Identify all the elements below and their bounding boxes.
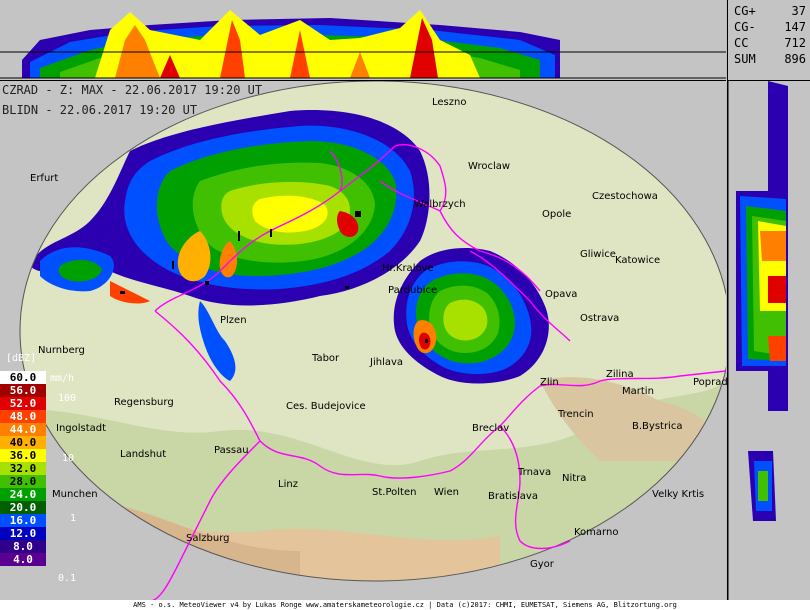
footer-credits: AMS - o.s. MeteoViewer v4 by Lukas Ronge… bbox=[0, 600, 810, 610]
city-label: Tabor bbox=[312, 353, 340, 364]
city-label: Salzburg bbox=[186, 533, 230, 544]
city-label: Gliwice bbox=[580, 249, 616, 260]
legend-row: 40.0 bbox=[0, 436, 46, 449]
city-label: Ostrava bbox=[580, 313, 620, 324]
city-label: Komarno bbox=[574, 527, 619, 538]
legend-row: 52.0 bbox=[0, 397, 46, 410]
radar-map-svg bbox=[19, 80, 731, 602]
legend-row: 36.0 bbox=[0, 449, 46, 462]
city-label: Erfurt bbox=[30, 173, 59, 184]
city-label: Opava bbox=[545, 289, 578, 300]
city-label: Wroclaw bbox=[468, 161, 511, 172]
city-label: Passau bbox=[214, 445, 249, 456]
city-label: Poprad bbox=[693, 377, 728, 388]
count-label: CC bbox=[734, 36, 749, 50]
legend-row: 60.0 bbox=[0, 371, 46, 384]
legend-row: 24.0 bbox=[0, 488, 46, 501]
legend-row: 12.0 bbox=[0, 527, 46, 540]
count-row-cg-plus: CG+ 37 bbox=[734, 4, 806, 20]
city-label: Katowice bbox=[615, 255, 661, 266]
count-value: 37 bbox=[791, 4, 806, 18]
top-cross-section-panel bbox=[0, 0, 726, 80]
city-label: Gyor bbox=[530, 559, 554, 570]
city-label: Jihlava bbox=[370, 357, 404, 368]
legend-scale: 60.0 56.0 52.0 48.0 44.0 40.0 36.0 32.0 28.0 24.0… bbox=[0, 371, 46, 566]
city-label: Landshut bbox=[120, 449, 167, 460]
city-label: Linz bbox=[278, 479, 298, 490]
city-label: Nitra bbox=[562, 473, 587, 484]
lightning-product-title: BLIDN - 22.06.2017 19:20 UT bbox=[2, 103, 198, 117]
legend-row: 20.0 bbox=[0, 501, 46, 514]
city-label: Trnava bbox=[518, 467, 552, 478]
city-label: Pardubice bbox=[388, 285, 438, 296]
legend-title: [dBZ] bbox=[6, 353, 37, 364]
count-row-sum: SUM 896 bbox=[734, 52, 806, 68]
legend-unit: mm/h bbox=[50, 373, 75, 384]
city-label: Zlin bbox=[540, 377, 559, 388]
rain-rate-label: 1 bbox=[70, 513, 77, 524]
city-label: Ces. Budejovice bbox=[286, 401, 366, 412]
city-label: Opole bbox=[542, 209, 572, 220]
city-label: Velky Krtis bbox=[652, 489, 705, 500]
rain-rate-label: 10 bbox=[62, 453, 75, 464]
top-cross-section-image bbox=[0, 0, 726, 80]
city-label: St.Polten bbox=[372, 487, 417, 498]
rain-rate-label: 100 bbox=[58, 393, 77, 404]
legend-row: 48.0 bbox=[0, 410, 46, 423]
city-label: Hr.Kralove bbox=[382, 263, 434, 274]
legend-row: 4.0 bbox=[0, 553, 46, 566]
legend-row: 16.0 bbox=[0, 514, 46, 527]
city-label: Czestochowa bbox=[592, 191, 658, 202]
city-label: Trencin bbox=[558, 409, 594, 420]
side-cross-section-image bbox=[727, 81, 810, 601]
count-value: 147 bbox=[784, 20, 806, 34]
city-label: Zilina bbox=[606, 369, 634, 380]
count-value: 712 bbox=[784, 36, 806, 50]
city-label: Martin bbox=[622, 386, 654, 397]
city-label: Breclav bbox=[472, 423, 510, 434]
city-label: B.Bystrica bbox=[632, 421, 683, 432]
count-value: 896 bbox=[784, 52, 806, 66]
count-row-cc: CC 712 bbox=[734, 36, 806, 52]
city-label: Plzen bbox=[220, 315, 247, 326]
city-label: Wien bbox=[434, 487, 459, 498]
legend-row: 44.0 bbox=[0, 423, 46, 436]
city-label: Regensburg bbox=[114, 397, 174, 408]
city-label: Bratislava bbox=[488, 491, 538, 502]
legend-row: 32.0 bbox=[0, 462, 46, 475]
radar-map: CZRAD - Z: MAX - 22.06.2017 19:20 UT BLI… bbox=[0, 80, 731, 602]
legend-row: 56.0 bbox=[0, 384, 46, 397]
count-label: CG- bbox=[734, 20, 756, 34]
count-label: SUM bbox=[734, 52, 756, 66]
legend-row: 28.0 bbox=[0, 475, 46, 488]
legend-row: 8.0 bbox=[0, 540, 46, 553]
legend: [dBZ] mm/h 60.0 56.0 52.0 48.0 44.0 40.0 36.0 3… bbox=[0, 345, 80, 601]
city-label: Walbrzych bbox=[414, 199, 466, 210]
lightning-counts-panel: CG+ 37 CG- 147 CC 712 SUM 896 bbox=[727, 0, 810, 80]
radar-product-title: CZRAD - Z: MAX - 22.06.2017 19:20 UT bbox=[2, 83, 263, 97]
city-label: Leszno bbox=[432, 97, 467, 108]
count-label: CG+ bbox=[734, 4, 756, 18]
side-cross-section-panel bbox=[727, 80, 810, 601]
count-row-cg-minus: CG- 147 bbox=[734, 20, 806, 36]
rain-rate-label: 0.1 bbox=[58, 573, 77, 584]
